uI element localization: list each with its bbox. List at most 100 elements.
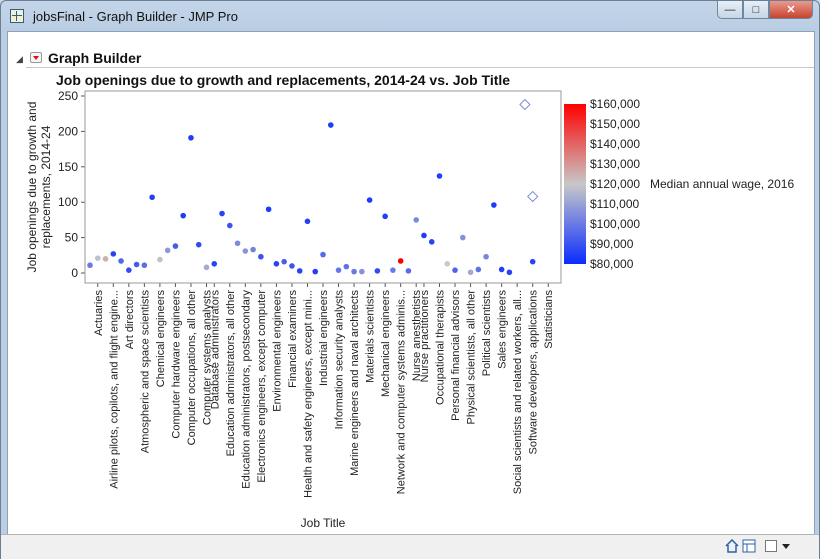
data-point[interactable] <box>164 247 171 254</box>
data-point[interactable] <box>467 269 474 276</box>
app-window: jobsFinal - Graph Builder - JMP Pro — □ … <box>0 0 820 559</box>
window-title: jobsFinal - Graph Builder - JMP Pro <box>33 9 238 24</box>
data-point[interactable] <box>483 253 489 260</box>
data-point[interactable] <box>390 267 396 273</box>
legend-tick-label: $90,000 <box>590 237 634 251</box>
data-point[interactable] <box>126 267 132 273</box>
x-tick-label: Health and safety engineers, except mini… <box>302 290 314 498</box>
data-point[interactable] <box>273 260 280 267</box>
data-point[interactable] <box>281 258 287 265</box>
jmp-app-icon <box>10 9 24 23</box>
data-point[interactable] <box>265 206 272 213</box>
x-tick-label: Education administrators, postsecondary <box>240 290 252 489</box>
x-axis-label: Job Title <box>301 516 346 530</box>
y-tick-label: 200 <box>58 124 78 138</box>
data-point[interactable] <box>475 266 482 273</box>
data-point[interactable] <box>195 241 202 248</box>
data-point[interactable] <box>351 268 357 275</box>
legend-tick-label: $140,000 <box>590 137 640 151</box>
y-tick-label: 250 <box>58 89 78 103</box>
data-point[interactable] <box>506 269 513 276</box>
data-point[interactable] <box>359 268 365 275</box>
chart-title: Job openings due to growth and replaceme… <box>56 72 510 88</box>
data-point[interactable] <box>460 234 466 241</box>
x-tick-label: Physical scientists, all other <box>466 290 478 425</box>
y-tick-label: 50 <box>65 231 79 245</box>
data-point[interactable] <box>289 263 295 269</box>
data-point[interactable] <box>436 173 443 179</box>
data-point[interactable] <box>382 213 388 220</box>
data-point[interactable] <box>374 268 381 274</box>
x-tick-label: Education administrators, all other <box>225 290 237 457</box>
data-point[interactable] <box>529 258 536 265</box>
layout-icon[interactable] <box>742 538 756 554</box>
data-point[interactable] <box>327 122 334 128</box>
y-axis: 0 50 100 150 200 250 <box>58 89 85 280</box>
window-controls: — □ ✕ <box>717 1 813 21</box>
data-point[interactable] <box>157 256 163 263</box>
title-bar[interactable]: jobsFinal - Graph Builder - JMP Pro — □ … <box>1 1 819 31</box>
dropdown-icon[interactable] <box>780 538 792 554</box>
x-tick-label: Personal financial advisors <box>450 290 462 421</box>
x-tick-label: Airline pilots, copilots, and flight eng… <box>108 290 120 489</box>
data-point[interactable] <box>188 134 194 141</box>
data-point[interactable] <box>242 248 249 254</box>
legend-tick-label: $130,000 <box>590 157 640 171</box>
data-point[interactable] <box>219 210 225 217</box>
data-point[interactable] <box>234 240 241 247</box>
data-point[interactable] <box>491 202 497 208</box>
data-point[interactable] <box>141 262 148 269</box>
data-point[interactable] <box>250 246 256 253</box>
data-point[interactable] <box>444 260 451 267</box>
data-point[interactable] <box>133 261 140 268</box>
data-points <box>87 98 539 276</box>
data-point[interactable] <box>172 243 179 249</box>
checkbox-icon[interactable] <box>764 538 778 554</box>
x-tick-label: Database administrators <box>209 290 221 410</box>
data-point[interactable] <box>118 258 124 264</box>
data-point[interactable] <box>258 253 264 260</box>
scatter-chart: Job openings due to growth and replaceme… <box>25 72 794 530</box>
data-point[interactable] <box>296 268 303 274</box>
data-point[interactable] <box>304 218 311 225</box>
x-tick-label: Environmental engineers <box>271 290 283 412</box>
data-point[interactable] <box>102 256 109 262</box>
data-point[interactable] <box>343 263 350 270</box>
data-point[interactable] <box>180 212 186 219</box>
data-point[interactable] <box>405 268 412 274</box>
data-point[interactable] <box>227 222 233 229</box>
data-point[interactable] <box>413 217 420 223</box>
close-button[interactable]: ✕ <box>769 1 813 19</box>
legend-tick-label: $110,000 <box>590 197 639 211</box>
home-icon[interactable] <box>725 538 739 554</box>
data-point[interactable] <box>397 258 404 264</box>
data-point[interactable] <box>110 251 117 257</box>
x-tick-label: Political scientists <box>481 290 493 377</box>
data-point[interactable] <box>428 239 435 245</box>
x-tick-label: Occupational therapists <box>435 290 447 405</box>
missing-value-marker[interactable] <box>526 190 539 203</box>
data-point[interactable] <box>203 264 210 271</box>
x-tick-label: Information security analysts <box>334 290 346 430</box>
data-point[interactable] <box>498 266 505 273</box>
missing-value-marker[interactable] <box>519 98 531 111</box>
y-tick-label: 100 <box>58 195 78 209</box>
x-tick-label: Atmospheric and space scientists <box>139 290 151 454</box>
maximize-button[interactable]: □ <box>743 1 769 19</box>
data-point[interactable] <box>94 255 101 261</box>
data-point[interactable] <box>320 251 326 258</box>
x-tick-label: Actuaries <box>93 290 105 336</box>
data-point[interactable] <box>211 260 218 267</box>
data-point[interactable] <box>452 267 458 273</box>
legend-tick-label: $100,000 <box>590 217 640 231</box>
color-gradient-bar <box>564 104 586 264</box>
minimize-button[interactable]: — <box>717 1 743 19</box>
data-point[interactable] <box>421 232 427 239</box>
x-tick-label: Nurse practitioners <box>419 290 431 383</box>
data-point[interactable] <box>312 268 319 275</box>
data-point[interactable] <box>149 194 155 201</box>
data-point[interactable] <box>87 262 93 269</box>
x-tick-label: Mechanical engineers <box>380 290 392 398</box>
data-point[interactable] <box>366 197 373 203</box>
data-point[interactable] <box>335 267 342 273</box>
